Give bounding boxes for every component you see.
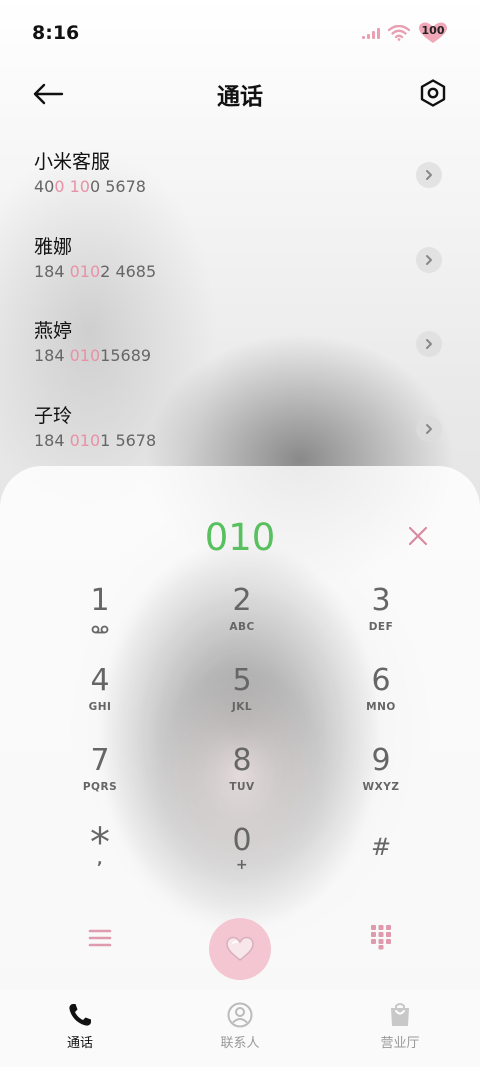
menu-icon	[88, 929, 112, 947]
nav-label: 通话	[66, 1036, 93, 1051]
contact-name: 子玲	[34, 404, 73, 427]
contact-name: 小米客服	[34, 151, 111, 173]
phone-icon	[69, 1004, 91, 1026]
battery-heart-icon: 100	[418, 22, 448, 44]
back-button[interactable]	[32, 78, 66, 110]
close-icon	[408, 526, 428, 546]
key-3[interactable]: 3 DEF	[331, 584, 431, 654]
contact-number: 400 100 5678	[34, 177, 146, 196]
hexagon-settings-icon	[420, 79, 446, 107]
contact-number: 184 0102 4685	[34, 261, 157, 281]
nav-label: 营业厅	[380, 1036, 420, 1051]
dialer-actions	[0, 914, 480, 984]
key-star[interactable]: * ,	[50, 823, 150, 894]
key-0[interactable]: 0 +	[192, 824, 292, 894]
delete-button[interactable]	[404, 522, 432, 550]
key-6[interactable]: 6 MNO	[331, 664, 431, 734]
nav-tab-service-hall[interactable]: 营业厅	[320, 990, 480, 1067]
matched-contacts-list: 小米客服 400 100 5678 雅娜 184 0102 4685 燕婷 18…	[0, 132, 480, 470]
contact-detail-button[interactable]	[416, 415, 442, 442]
page-title: 通话	[217, 84, 263, 110]
wifi-icon	[388, 25, 410, 41]
dialpad-icon	[371, 925, 391, 950]
voicemail-icon	[50, 620, 150, 639]
key-1[interactable]: 1	[50, 584, 150, 654]
battery-level: 100	[421, 24, 445, 37]
contact-detail-button[interactable]	[416, 246, 442, 273]
contact-result[interactable]: 雅娜 184 0102 4685	[0, 217, 480, 302]
dialpad-toggle-button[interactable]	[370, 924, 392, 950]
contact-result[interactable]: 小米客服 400 100 5678	[0, 132, 480, 217]
heart-call-icon	[226, 936, 254, 961]
call-button[interactable]	[209, 918, 271, 980]
chevron-right-icon	[426, 339, 432, 349]
contact-result[interactable]: 燕婷 184 01015689	[0, 301, 480, 386]
settings-button[interactable]	[416, 76, 450, 110]
nav-label: 联系人	[220, 1036, 260, 1051]
contact-name: 雅娜	[34, 235, 73, 258]
key-2[interactable]: 2 ABC	[192, 584, 292, 654]
chevron-right-icon	[426, 423, 432, 434]
contact-number: 184 0101 5678	[34, 430, 157, 450]
dialer-panel: 010 1 2 ABC 3 DEF 4 GHI 5 JKL 6 MNO 7 PQ…	[0, 466, 480, 1067]
key-7[interactable]: 7 PQRS	[50, 744, 150, 814]
menu-button[interactable]	[88, 926, 112, 950]
key-hash[interactable]: #	[331, 830, 431, 900]
chevron-right-icon	[426, 254, 432, 265]
arrow-left-icon	[33, 83, 64, 105]
shopping-bag-icon	[391, 1003, 409, 1026]
key-8[interactable]: 8 TUV	[192, 744, 292, 814]
contact-detail-button[interactable]	[416, 331, 442, 357]
contact-detail-button[interactable]	[416, 162, 442, 188]
contact-number: 184 01015689	[34, 346, 152, 365]
key-4[interactable]: 4 GHI	[50, 664, 150, 734]
contact-name: 燕婷	[34, 320, 73, 342]
contact-result[interactable]: 子玲 184 0101 5678	[0, 386, 480, 471]
status-icons: 100	[362, 22, 448, 44]
chevron-right-icon	[426, 170, 432, 180]
header: 通话	[0, 66, 480, 122]
key-9[interactable]: 9 WXYZ	[331, 744, 431, 814]
status-bar: 8:16 100	[0, 0, 480, 66]
bottom-navigation: 通话 联系人 营业厅	[0, 990, 480, 1067]
key-5[interactable]: 5 JKL	[192, 664, 292, 734]
clock: 8:16	[32, 22, 80, 44]
contact-icon	[227, 1002, 253, 1028]
nav-tab-calls[interactable]: 通话	[0, 990, 160, 1067]
signal-icon	[362, 27, 380, 39]
nav-tab-contacts[interactable]: 联系人	[160, 990, 320, 1067]
